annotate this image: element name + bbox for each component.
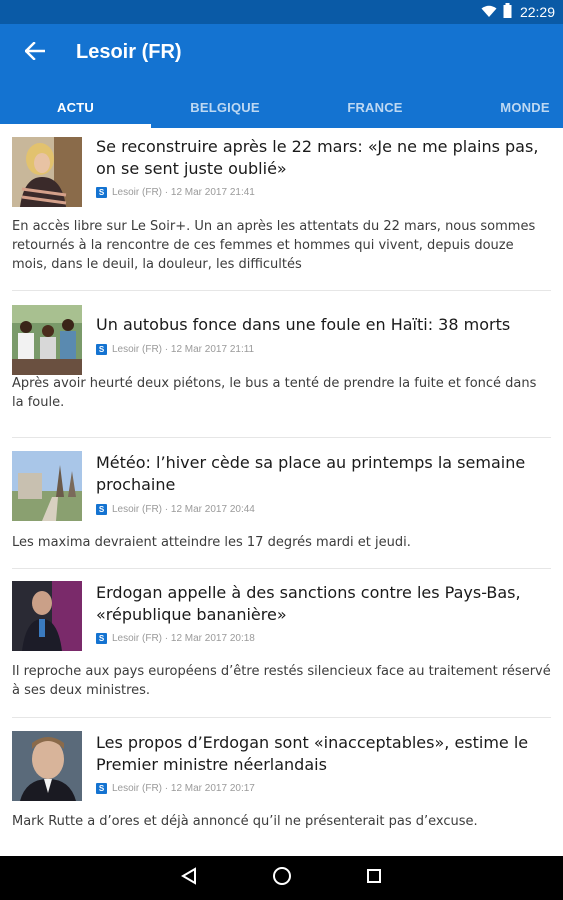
nav-home-button[interactable] — [268, 864, 296, 892]
tab-belgique[interactable]: BELGIQUE — [151, 86, 299, 128]
tab-actu[interactable]: ACTU — [0, 86, 151, 128]
back-button[interactable] — [18, 36, 52, 70]
article-thumbnail — [12, 305, 82, 375]
article-source-date: Lesoir (FR) · 12 Mar 2017 21:41 — [112, 187, 255, 198]
tab-france[interactable]: FRANCE — [300, 86, 450, 128]
status-time: 22:29 — [519, 4, 555, 20]
article-list: Se reconstruire après le 22 mars: «Je ne… — [0, 128, 563, 861]
article-thumbnail — [12, 137, 82, 207]
app-bar: Lesoir (FR) ACTU BELGIQUE FRANCE MONDE — [0, 24, 563, 128]
system-nav-bar — [0, 856, 563, 900]
article-headline[interactable]: Erdogan appelle à des sanctions contre l… — [96, 582, 545, 626]
article-summary: Il reproche aux pays européens d’être re… — [12, 664, 551, 698]
tab-monde[interactable]: MONDE — [450, 86, 563, 128]
source-logo-icon: S — [96, 633, 107, 644]
article-headline[interactable]: Se reconstruire après le 22 mars: «Je ne… — [96, 136, 545, 180]
article-meta: S Lesoir (FR) · 12 Mar 2017 20:44 — [96, 504, 255, 515]
article-summary: Les maxima devraient atteindre les 17 de… — [12, 535, 411, 550]
app-title: Lesoir (FR) — [76, 41, 182, 63]
article-source-date: Lesoir (FR) · 12 Mar 2017 21:11 — [112, 344, 255, 355]
source-logo-icon: S — [96, 344, 107, 355]
article-item[interactable]: Météo: l’hiver cède sa place au printemp… — [12, 438, 551, 569]
article-meta: S Lesoir (FR) · 12 Mar 2017 21:41 — [96, 187, 255, 198]
article-summary: Mark Rutte a d’ores et déjà annoncé qu’i… — [12, 814, 478, 829]
article-thumbnail — [12, 581, 82, 651]
article-item[interactable]: Se reconstruire après le 22 mars: «Je ne… — [12, 128, 551, 291]
status-bar: 22:29 — [0, 0, 563, 24]
source-logo-icon: S — [96, 783, 107, 794]
wifi-icon — [481, 3, 497, 22]
article-item[interactable]: Un autobus fonce dans une foule en Haïti… — [12, 291, 551, 438]
tab-bar: ACTU BELGIQUE FRANCE MONDE — [0, 86, 563, 128]
source-logo-icon: S — [96, 504, 107, 515]
article-item[interactable]: Erdogan appelle à des sanctions contre l… — [12, 569, 551, 718]
article-headline[interactable]: Un autobus fonce dans une foule en Haïti… — [96, 314, 545, 336]
article-meta: S Lesoir (FR) · 12 Mar 2017 21:11 — [96, 344, 254, 355]
source-logo-icon: S — [96, 187, 107, 198]
article-source-date: Lesoir (FR) · 12 Mar 2017 20:17 — [112, 783, 255, 794]
article-item[interactable]: Les propos d’Erdogan sont «inacceptables… — [12, 718, 551, 861]
article-source-date: Lesoir (FR) · 12 Mar 2017 20:44 — [112, 504, 255, 515]
back-triangle-icon — [181, 867, 197, 889]
article-meta: S Lesoir (FR) · 12 Mar 2017 20:17 — [96, 783, 255, 794]
article-source-date: Lesoir (FR) · 12 Mar 2017 20:18 — [112, 633, 255, 644]
article-thumbnail — [12, 451, 82, 521]
nav-back-button[interactable] — [175, 864, 203, 892]
battery-icon — [503, 2, 512, 22]
article-meta: S Lesoir (FR) · 12 Mar 2017 20:18 — [96, 633, 255, 644]
status-icons: 22:29 — [481, 0, 555, 24]
article-headline[interactable]: Météo: l’hiver cède sa place au printemp… — [96, 452, 545, 496]
nav-recents-button[interactable] — [360, 864, 388, 892]
home-circle-icon — [272, 866, 292, 890]
article-summary: En accès libre sur Le Soir+. Un an après… — [12, 219, 536, 272]
arrow-left-icon — [24, 41, 46, 64]
article-headline[interactable]: Les propos d’Erdogan sont «inacceptables… — [96, 732, 545, 776]
article-summary: Après avoir heurté deux piétons, le bus … — [12, 376, 537, 410]
article-thumbnail — [12, 731, 82, 801]
recents-square-icon — [366, 868, 382, 888]
